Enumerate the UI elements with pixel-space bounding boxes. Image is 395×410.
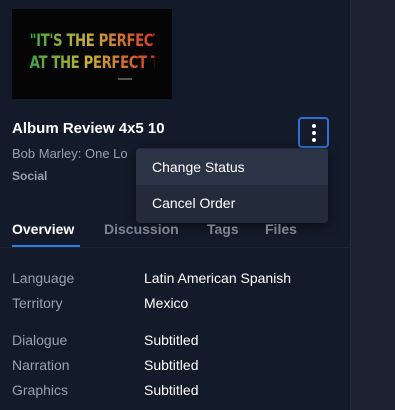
detail-value: Mexico — [144, 295, 189, 311]
tab-overview[interactable]: Overview — [12, 221, 74, 237]
detail-value: Subtitled — [144, 382, 199, 398]
asset-subtitle: Bob Marley: One Lo — [12, 146, 128, 161]
tab-files[interactable]: Files — [265, 221, 297, 237]
detail-label: Graphics — [12, 382, 69, 398]
detail-label: Territory — [12, 295, 63, 311]
kebab-dot-icon — [311, 130, 316, 135]
menu-item-cancel-order[interactable]: Cancel Order — [136, 185, 328, 221]
tabs-divider — [0, 247, 350, 248]
side-strip — [350, 0, 395, 410]
tab-discussion[interactable]: Discussion — [104, 221, 179, 237]
detail-value: Subtitled — [144, 332, 199, 348]
thumbnail-credit-mark — [118, 78, 132, 80]
thumbnail-text-line-2: AT THE PERFECT TIME" — [29, 53, 172, 73]
asset-category: Social — [12, 169, 48, 183]
kebab-dot-icon — [311, 123, 316, 128]
detail-label: Dialogue — [12, 332, 68, 348]
detail-label: Narration — [12, 357, 70, 373]
tab-tags[interactable]: Tags — [207, 221, 239, 237]
detail-value: Latin American Spanish — [144, 270, 292, 286]
detail-value: Subtitled — [144, 357, 199, 373]
options-dropdown-menu: Change Status Cancel Order — [136, 148, 328, 223]
kebab-dot-icon — [311, 137, 316, 142]
more-options-button[interactable] — [298, 117, 329, 148]
asset-thumbnail: "IT'S THE PERFECT MOVIE AT THE PERFECT T… — [12, 9, 172, 99]
thumbnail-text-line-1: "IT'S THE PERFECT MOVIE — [29, 31, 172, 51]
asset-title: Album Review 4x5 10 — [12, 120, 165, 137]
detail-label: Language — [12, 270, 75, 286]
menu-item-change-status[interactable]: Change Status — [136, 149, 328, 185]
active-tab-indicator — [12, 245, 80, 247]
